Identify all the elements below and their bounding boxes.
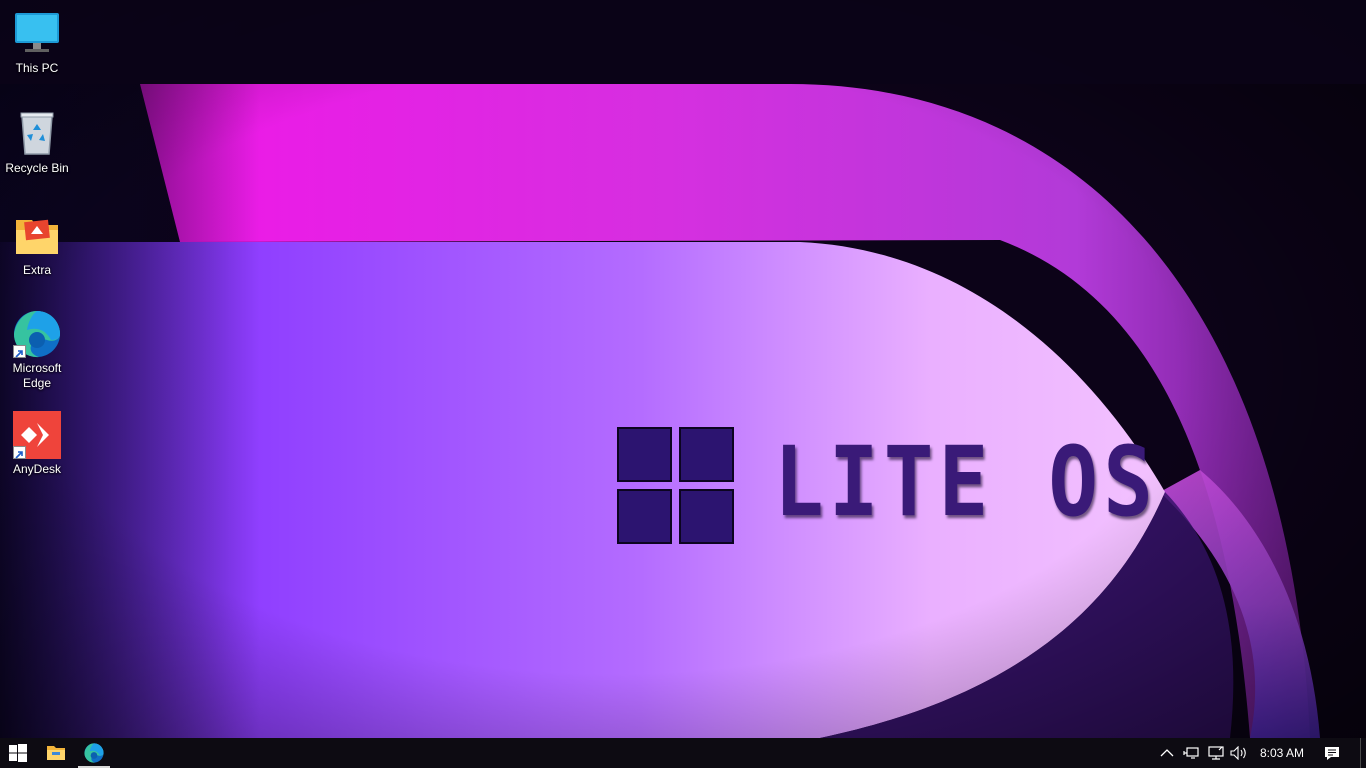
desktop-icon-label: Extra bbox=[22, 263, 51, 277]
taskbar: 8:03 AM bbox=[0, 738, 1366, 768]
show-hidden-icons-button[interactable] bbox=[1156, 738, 1178, 768]
wallpaper-graphic bbox=[0, 0, 1366, 738]
windows-logo-icon bbox=[9, 744, 27, 762]
desktop-icon-microsoft-edge[interactable]: Microsoft Edge bbox=[2, 310, 72, 391]
folder-icon bbox=[13, 212, 61, 260]
edge-icon bbox=[84, 743, 104, 763]
file-explorer-button[interactable] bbox=[38, 738, 74, 768]
desktop-icon-label: Microsoft Edge bbox=[12, 361, 62, 390]
action-center-button[interactable] bbox=[1321, 738, 1343, 768]
desktop-icon-this-pc[interactable]: This PC bbox=[2, 10, 72, 76]
taskbar-clock[interactable]: 8:03 AM bbox=[1254, 738, 1310, 768]
desktop-icon-label: Recycle Bin bbox=[5, 161, 69, 175]
windows-logo-icon bbox=[617, 427, 737, 547]
edge-icon bbox=[13, 310, 61, 358]
desktop-icon-label: This PC bbox=[15, 61, 59, 75]
anydesk-icon bbox=[13, 411, 61, 459]
shortcut-arrow-icon bbox=[13, 345, 26, 358]
action-center-icon bbox=[1325, 746, 1339, 760]
desktop-wallpaper: LITE OS bbox=[0, 0, 1366, 738]
folder-icon bbox=[47, 746, 65, 760]
network-adapter-icon bbox=[1183, 747, 1199, 759]
brand-text: LITE OS bbox=[774, 426, 1159, 538]
network-icon bbox=[1208, 746, 1224, 760]
edge-taskbar-button[interactable] bbox=[76, 738, 112, 768]
desktop-icon-extra[interactable]: Extra bbox=[2, 212, 72, 278]
speaker-icon bbox=[1230, 746, 1246, 760]
start-button[interactable] bbox=[0, 738, 36, 768]
shortcut-arrow-icon bbox=[13, 446, 26, 459]
recycle-bin-icon bbox=[13, 110, 61, 158]
desktop-icon-anydesk[interactable]: AnyDesk bbox=[2, 411, 72, 477]
network-tray-icon[interactable] bbox=[1205, 738, 1227, 768]
volume-tray-icon[interactable] bbox=[1228, 738, 1250, 768]
network-adapter-tray-icon[interactable] bbox=[1180, 738, 1202, 768]
show-desktop-button[interactable] bbox=[1360, 738, 1366, 768]
chevron-up-icon bbox=[1160, 749, 1174, 757]
monitor-icon bbox=[13, 10, 61, 58]
desktop-icon-recycle-bin[interactable]: Recycle Bin bbox=[2, 110, 72, 176]
desktop-icon-label: AnyDesk bbox=[12, 462, 62, 476]
